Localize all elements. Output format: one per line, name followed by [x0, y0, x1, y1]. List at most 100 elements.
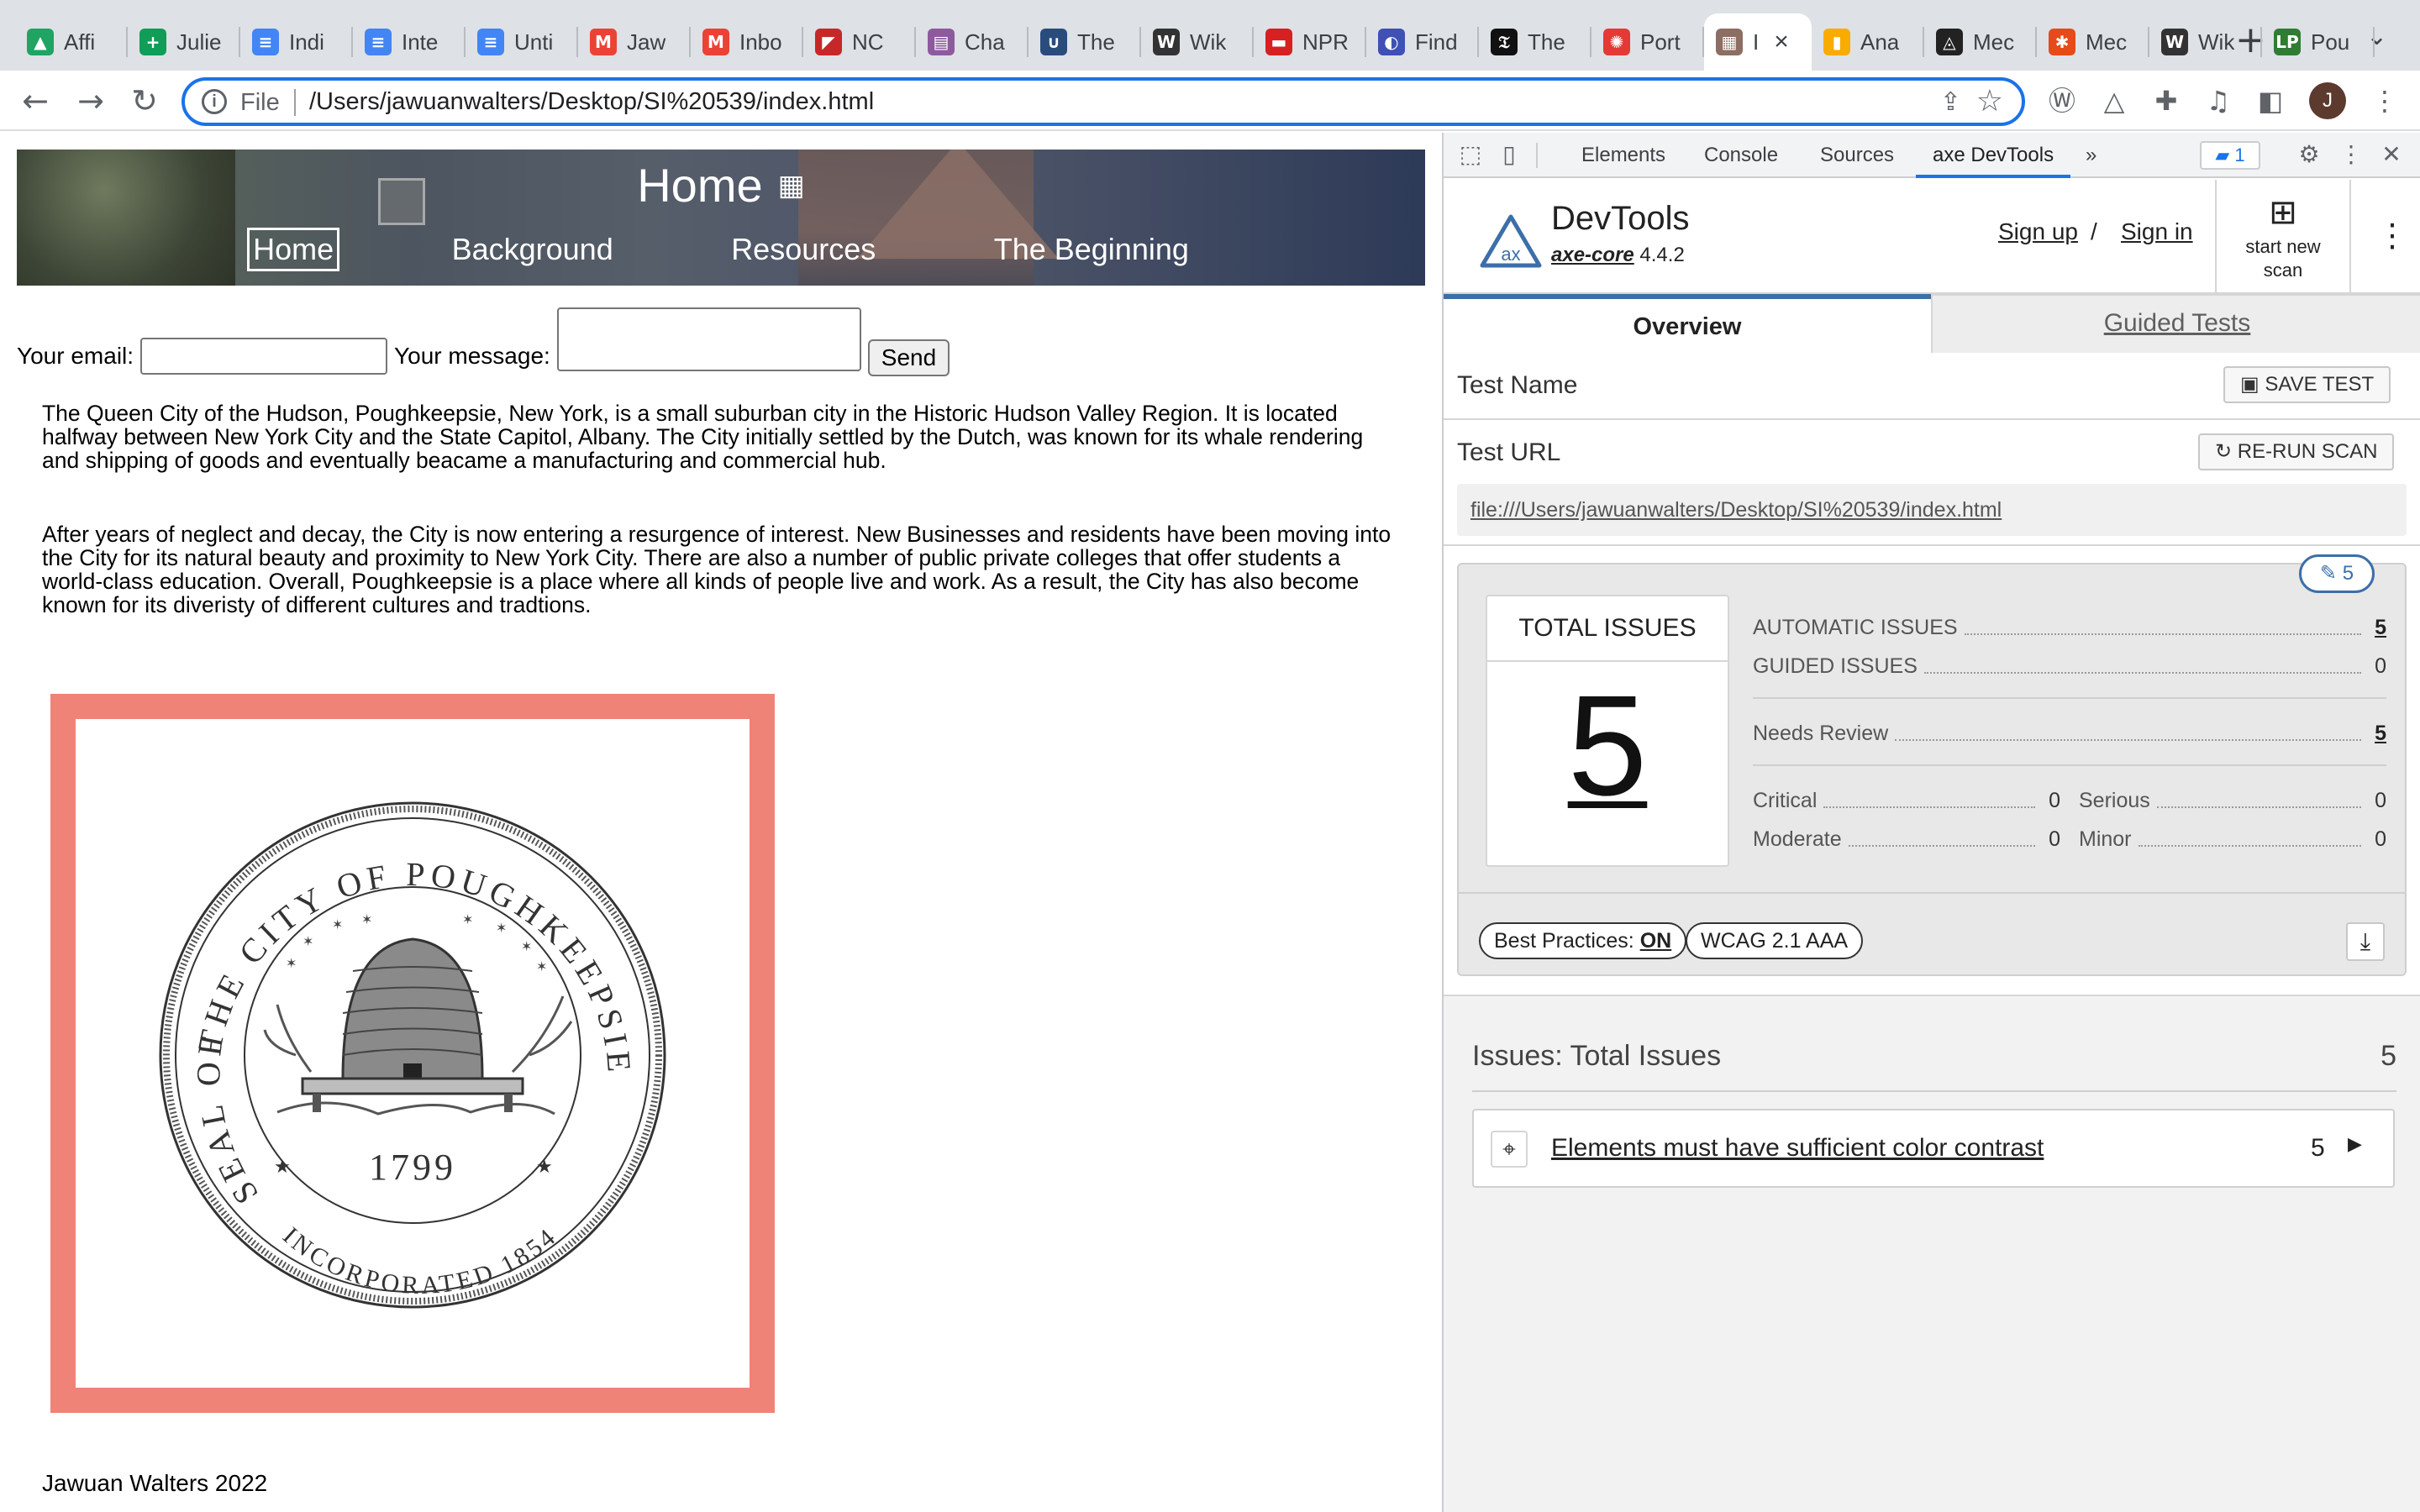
automatic-issues-count[interactable]: 5 — [2368, 616, 2386, 640]
page-thumbnail-icon: ▦ — [1716, 29, 1743, 55]
extensions-puzzle-icon[interactable]: ✚ — [2148, 82, 2185, 119]
address-bar[interactable]: i File /Users/jawuanwalters/Desktop/SI%2… — [182, 77, 2025, 126]
start-new-scan-button[interactable]: ⊞ start new scan — [2215, 180, 2351, 294]
download-icon[interactable]: ⤓ — [2346, 922, 2385, 961]
browser-tab[interactable]: LP Pou — [2262, 13, 2375, 71]
browser-tab[interactable]: W Wik — [1141, 13, 1254, 71]
tab-elements[interactable]: Elements — [1578, 133, 1669, 178]
axe-title: DevTools — [1551, 200, 1690, 237]
browser-tab[interactable]: ◬ Mec — [1924, 13, 2037, 71]
browser-tab[interactable]: ▤ Cha — [916, 13, 1028, 71]
save-test-button[interactable]: ▣ SAVE TEST — [2223, 366, 2391, 403]
test-url-label: Test URL — [1457, 438, 1561, 466]
browser-tab[interactable]: ≡ Inte — [353, 13, 466, 71]
svg-text:✶: ✶ — [521, 938, 532, 954]
axe-menu-icon[interactable]: ⋮ — [2376, 217, 2408, 254]
browser-tab-label: Affi — [64, 29, 96, 55]
device-toolbar-icon[interactable]: ▯ — [1494, 139, 1524, 170]
needs-review-count[interactable]: 5 — [2368, 722, 2386, 746]
browser-tab-label: Cha — [965, 29, 1005, 55]
profile-avatar[interactable]: J — [2309, 82, 2346, 119]
message-field[interactable] — [556, 307, 861, 371]
find-icon: ◐ — [1378, 29, 1405, 55]
browser-tab[interactable]: ▬ NPR — [1254, 13, 1366, 71]
wordpress-extension-icon[interactable]: Ⓦ — [2044, 82, 2081, 119]
email-field[interactable] — [140, 338, 388, 375]
media-control-icon[interactable]: ♫ — [2200, 82, 2237, 119]
serious-row: Serious 0 — [2079, 781, 2386, 820]
browser-tab[interactable]: W Wik — [2149, 13, 2262, 71]
browser-tab[interactable]: ▮ Ana — [1812, 13, 1924, 71]
browser-menu-icon[interactable]: ⋮ — [2366, 82, 2403, 119]
browser-tab[interactable]: ▲ Affi — [15, 13, 128, 71]
axe-extension-icon[interactable]: △ — [2096, 82, 2133, 119]
bookmark-star-icon[interactable]: ☆ — [1976, 84, 2003, 118]
nav-link-the-beginning[interactable]: The Beginning — [991, 230, 1192, 269]
expand-arrow-icon[interactable]: ▶ — [2348, 1134, 2362, 1155]
issue-title[interactable]: Elements must have sufficient color cont… — [1551, 1134, 2044, 1163]
issues-heading: Issues: Total Issues 5 — [1472, 1040, 2396, 1092]
devtools-menu-icon[interactable]: ⋮ — [2336, 139, 2366, 170]
settings-gear-icon[interactable]: ⚙ — [2294, 139, 2324, 170]
axe-tabs: Overview Guided Tests — [1444, 294, 2420, 353]
add-scan-icon: ⊞ — [2269, 193, 2297, 232]
back-arrow-icon[interactable]: ← — [17, 82, 54, 119]
best-practices-chip[interactable]: Best Practices: ON — [1479, 922, 1687, 959]
browser-tab[interactable]: ≡ Indi — [240, 13, 353, 71]
total-issues-count[interactable]: 5 — [1487, 662, 1728, 830]
sign-up-link[interactable]: Sign up — [1998, 218, 2078, 245]
forward-arrow-icon[interactable]: → — [72, 82, 109, 119]
browser-tab[interactable]: ◐ Find — [1366, 13, 1479, 71]
axe-core-link[interactable]: axe-core — [1551, 244, 1634, 266]
side-panel-icon[interactable]: ◧ — [2252, 82, 2289, 119]
close-tab-icon[interactable]: × — [1774, 28, 1789, 56]
tab-overview[interactable]: Overview — [1444, 294, 1931, 353]
browser-tab[interactable]: M Inbo — [691, 13, 803, 71]
browser-tab[interactable]: + Julie — [128, 13, 240, 71]
issues-breakdown: AUTOMATIC ISSUES 5 GUIDED ISSUES 0 Needs R… — [1753, 608, 2386, 858]
rerun-scan-button[interactable]: ↻ RE-RUN SCAN — [2198, 433, 2395, 470]
share-icon[interactable]: ⇪ — [1940, 87, 1961, 117]
save-disk-icon: ▣ — [2240, 373, 2265, 396]
browser-tab[interactable]: ▦ I × — [1704, 13, 1812, 71]
browser-tab[interactable]: ∪ The — [1028, 13, 1141, 71]
tab-console[interactable]: Console — [1701, 133, 1781, 178]
more-tabs-chevron-icon[interactable]: » — [2082, 133, 2100, 178]
tab-sources[interactable]: Sources — [1817, 133, 1897, 178]
tab-axe-devtools[interactable]: axe DevTools — [1916, 133, 2071, 178]
issues-pill[interactable]: ✎ 5 — [2299, 554, 2375, 593]
sign-in-link[interactable]: Sign in — [2121, 218, 2193, 245]
reload-icon[interactable]: ↻ — [126, 82, 163, 119]
inspect-element-icon[interactable]: ⬚ — [1455, 139, 1486, 170]
url-text[interactable]: /Users/jawuanwalters/Desktop/SI%20539/in… — [309, 88, 874, 116]
nav-link-home[interactable]: Home — [247, 228, 340, 271]
wcag-standard-chip[interactable]: WCAG 2.1 AAA — [1686, 922, 1864, 959]
browser-tab[interactable]: 𝔗 The — [1479, 13, 1591, 71]
tab-separator — [2373, 27, 2375, 57]
critical-count: 0 — [2049, 788, 2060, 812]
stats-divider — [1753, 697, 2386, 699]
browser-tab-label: Port — [1640, 29, 1681, 55]
browser-tab-label: Mec — [2086, 29, 2128, 55]
test-url-link[interactable]: file:///Users/jawuanwalters/Desktop/SI%2… — [1457, 484, 2407, 536]
nav-link-resources[interactable]: Resources — [728, 230, 879, 269]
close-devtools-icon[interactable]: ✕ — [2376, 139, 2407, 170]
nc-icon: ◤ — [815, 29, 842, 55]
browser-tab[interactable]: ✺ Port — [1591, 13, 1704, 71]
browser-tab[interactable]: M Jaw — [578, 13, 691, 71]
medium-icon: ◬ — [1936, 29, 1963, 55]
browser-tab[interactable]: ◤ NC — [803, 13, 916, 71]
npr-icon: ▬ — [1265, 29, 1292, 55]
site-info-icon[interactable]: i — [202, 89, 227, 114]
tab-guided-tests[interactable]: Guided Tests — [1931, 294, 2420, 353]
issue-row-color-contrast[interactable]: ⌖ Elements must have sufficient color co… — [1472, 1109, 2395, 1188]
city-seal-frame: THE CITY OF POUGHKEEPSIE SEAL OF INCORPO… — [50, 694, 775, 1413]
nav-link-background[interactable]: Background — [449, 230, 617, 269]
browser-tab-label: Indi — [289, 29, 324, 55]
browser-tab-label: Unti — [514, 29, 554, 55]
browser-tab[interactable]: ✱ Mec — [2037, 13, 2149, 71]
send-button[interactable]: Send — [867, 339, 950, 376]
highlight-target-icon[interactable]: ⌖ — [1491, 1131, 1528, 1168]
issues-badge[interactable]: ▰ 1 — [2200, 141, 2260, 170]
browser-tab[interactable]: ≡ Unti — [466, 13, 578, 71]
